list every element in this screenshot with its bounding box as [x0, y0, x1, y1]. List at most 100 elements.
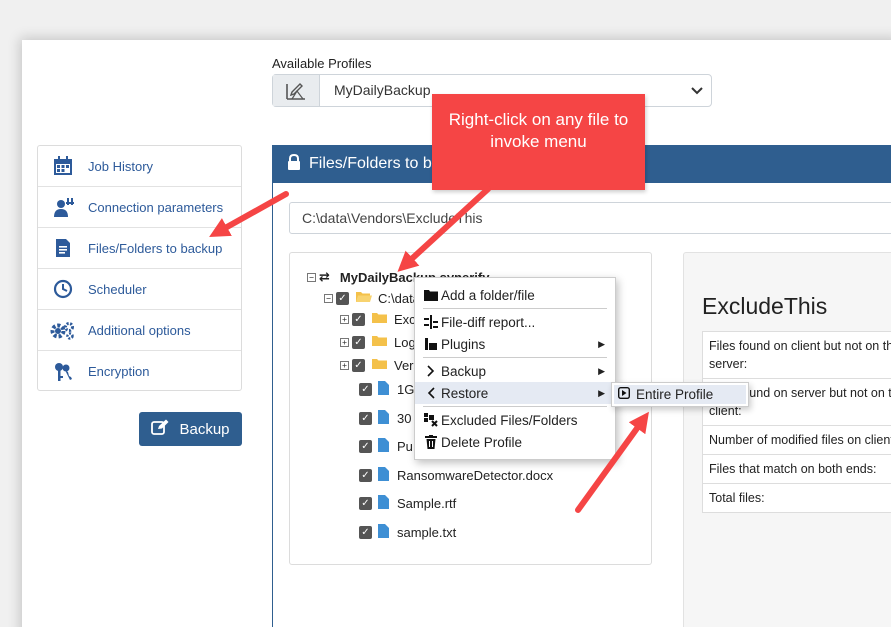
- panel-title: Files/Folders to ba: [309, 155, 441, 172]
- clock-icon: [38, 279, 88, 299]
- tree-item-label: Log: [394, 334, 416, 350]
- sidebar-item-label: Files/Folders to backup: [88, 240, 223, 256]
- menu-backup[interactable]: Backup ▶: [415, 360, 615, 382]
- menu-item-label: Add a folder/file: [441, 287, 535, 303]
- path-field[interactable]: C:\data\Vendors\ExcludeThis: [289, 202, 891, 234]
- gears-icon: [38, 320, 88, 340]
- menu-file-diff-report[interactable]: File-diff report...: [415, 311, 615, 333]
- collapse-icon[interactable]: −: [324, 293, 333, 303]
- info-title: ExcludeThis: [702, 293, 828, 319]
- chevron-down-icon[interactable]: [683, 75, 711, 106]
- sidebar-item-label: Job History: [88, 158, 154, 174]
- backup-button-label: Backup: [179, 420, 230, 438]
- sidebar-item-connection-parameters[interactable]: Connection parameters: [38, 187, 241, 228]
- sidebar-nav: Job History Connection parameters Files/…: [37, 145, 242, 391]
- collapse-icon[interactable]: −: [307, 272, 316, 282]
- folder-icon: [371, 311, 388, 327]
- folder-open-icon: [355, 290, 372, 306]
- tree-file[interactable]: ✓ Pu: [359, 436, 413, 456]
- sidebar-item-files-folders[interactable]: Files/Folders to backup: [38, 228, 241, 269]
- checkbox[interactable]: ✓: [359, 411, 372, 425]
- info-row-total: Total files:: [702, 484, 891, 513]
- tree-file[interactable]: ✓ RansomwareDetector.docx: [359, 465, 553, 485]
- tree-folder-root[interactable]: − ✓ C:\data: [324, 288, 420, 308]
- checkbox[interactable]: ✓: [359, 439, 372, 453]
- menu-item-label: Backup: [441, 363, 487, 379]
- sidebar-item-label: Scheduler: [88, 281, 147, 297]
- tree-item-label: Sample.rtf: [397, 495, 457, 511]
- menu-item-label: Entire Profile: [636, 387, 714, 402]
- tree-item-label: Pu: [397, 438, 413, 454]
- play-box-icon: [617, 386, 631, 402]
- menu-divider: [423, 308, 607, 309]
- menu-entire-profile[interactable]: Entire Profile: [614, 385, 746, 404]
- tree-item-label: 1G: [397, 381, 415, 397]
- folder-icon: [371, 357, 388, 373]
- edit-box-icon: [151, 419, 169, 439]
- file-icon: [378, 523, 389, 541]
- tree-item-label: 30: [397, 410, 412, 426]
- tree-file[interactable]: ✓ sample.txt: [359, 522, 456, 542]
- checkbox[interactable]: ✓: [336, 291, 349, 305]
- tree-file[interactable]: ✓ 1G: [359, 379, 414, 399]
- checkbox[interactable]: ✓: [352, 312, 365, 326]
- info-row-match: Files that match on both ends:: [702, 455, 891, 484]
- info-table: Files found on client but not on the ser…: [702, 331, 891, 513]
- checkbox[interactable]: ✓: [359, 382, 372, 396]
- menu-divider: [423, 406, 607, 407]
- sidebar-item-scheduler[interactable]: Scheduler: [38, 269, 241, 310]
- checkbox[interactable]: ✓: [359, 468, 372, 482]
- file-icon: [378, 409, 389, 427]
- calendar-icon: [38, 156, 88, 176]
- expand-icon[interactable]: +: [340, 360, 349, 370]
- file-icon: [378, 380, 389, 398]
- checkbox[interactable]: ✓: [359, 496, 372, 510]
- menu-item-label: Restore: [441, 385, 489, 401]
- sidebar-item-encryption[interactable]: Encryption: [38, 351, 241, 392]
- tree-file[interactable]: ✓ Sample.rtf: [359, 493, 456, 513]
- keys-icon: [38, 361, 88, 383]
- sidebar-item-additional-options[interactable]: Additional options: [38, 310, 241, 351]
- file-icon: [378, 466, 389, 484]
- context-menu: Add a folder/file File-diff report... Pl…: [414, 277, 616, 460]
- available-profiles-label: Available Profiles: [272, 56, 372, 71]
- plugin-icon: [423, 337, 439, 351]
- submenu-arrow-icon: ▶: [598, 387, 605, 398]
- sidebar-item-label: Encryption: [88, 364, 150, 379]
- menu-excluded-files-folders[interactable]: Excluded Files/Folders: [415, 409, 615, 431]
- menu-delete-profile[interactable]: Delete Profile: [415, 431, 615, 453]
- checkbox[interactable]: ✓: [352, 358, 365, 372]
- expand-icon[interactable]: +: [340, 337, 349, 347]
- info-row-modified: Number of modified files on client:: [702, 426, 891, 455]
- menu-item-label: Plugins: [441, 336, 486, 352]
- submenu-arrow-icon: ▶: [598, 338, 605, 349]
- edit-profile-icon[interactable]: [273, 75, 320, 106]
- sidebar-item-label: Additional options: [88, 322, 191, 338]
- backup-button[interactable]: Backup: [139, 412, 242, 446]
- excluded-icon: [423, 413, 439, 427]
- expand-icon[interactable]: +: [340, 314, 349, 324]
- tree-folder[interactable]: + ✓ Vers: [340, 355, 420, 375]
- tree-file[interactable]: ✓ 30: [359, 408, 411, 428]
- menu-restore[interactable]: Restore ▶: [415, 382, 615, 404]
- menu-item-label: File-diff report...: [441, 314, 536, 330]
- checkbox[interactable]: ✓: [352, 335, 365, 349]
- trash-icon: [423, 435, 439, 449]
- checkbox[interactable]: ✓: [359, 525, 372, 539]
- menu-add-folder-file[interactable]: Add a folder/file: [415, 284, 615, 306]
- tree-item-label: Exc: [394, 311, 416, 327]
- menu-divider: [423, 357, 607, 358]
- user-connection-icon: [38, 197, 88, 217]
- folder-icon: [371, 334, 388, 350]
- sidebar-item-job-history[interactable]: Job History: [38, 146, 241, 187]
- menu-item-label: Delete Profile: [441, 434, 523, 450]
- tree-folder[interactable]: + ✓ Exc: [340, 309, 416, 329]
- folder-icon: [423, 289, 439, 301]
- tree-item-label: sample.txt: [397, 524, 457, 540]
- menu-plugins[interactable]: Plugins ▶: [415, 333, 615, 355]
- info-row-client-only: Files found on client but not on the ser…: [702, 332, 891, 379]
- file-icon: [378, 494, 389, 512]
- file-icon: [378, 437, 389, 455]
- tree-folder[interactable]: + ✓ Log: [340, 332, 416, 352]
- restore-submenu: Entire Profile: [611, 382, 749, 407]
